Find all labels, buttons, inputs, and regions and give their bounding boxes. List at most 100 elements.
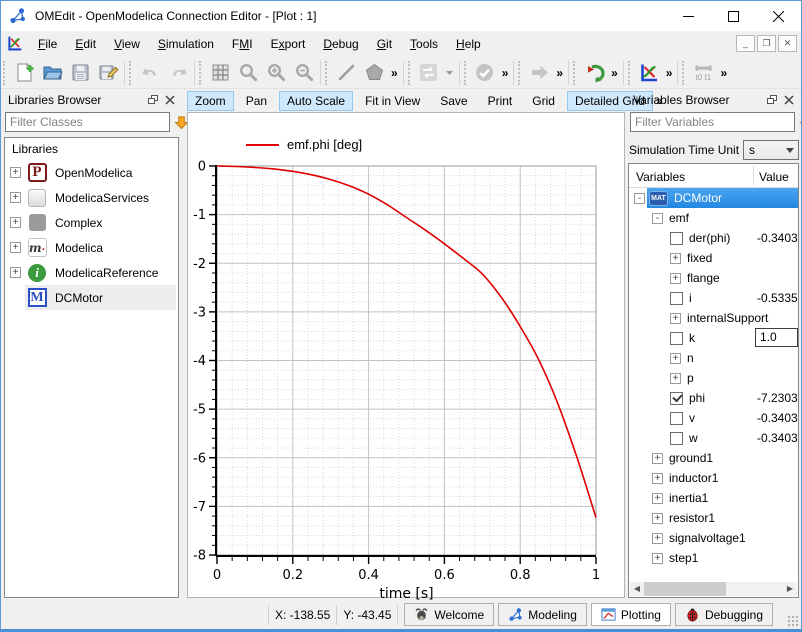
variable-row-dcmotor[interactable]: -MATDCMotor	[629, 188, 798, 208]
menu-export[interactable]: Export	[262, 33, 315, 55]
menu-simulation[interactable]: Simulation	[149, 33, 223, 55]
re-simulate-icon[interactable]	[580, 60, 608, 86]
variable-row-p[interactable]: +p	[629, 368, 798, 388]
variable-row-inductor1[interactable]: +inductor1	[629, 468, 798, 488]
close-panel-icon[interactable]	[780, 92, 797, 107]
zoom-out-icon[interactable]	[290, 60, 318, 86]
expand-icon[interactable]: +	[670, 253, 681, 264]
expand-icon[interactable]: +	[10, 192, 21, 203]
save-icon[interactable]	[66, 60, 94, 86]
library-item-openmodelica[interactable]: +POpenModelica	[5, 160, 178, 185]
menu-tools[interactable]: Tools	[401, 33, 447, 55]
close-button[interactable]	[756, 2, 801, 31]
filter-variables-input[interactable]	[630, 112, 795, 132]
variable-row-n[interactable]: +n	[629, 348, 798, 368]
expand-icon[interactable]: +	[652, 493, 663, 504]
plot-tool-zoom[interactable]: Zoom	[187, 91, 234, 111]
menu-help[interactable]: Help	[447, 33, 490, 55]
resize-grip[interactable]	[787, 615, 799, 627]
scroll-right-icon[interactable]: ▶	[783, 582, 797, 596]
toolbar-overflow-icon[interactable]: »	[553, 66, 566, 80]
scrollbar-thumb[interactable]	[644, 582, 726, 596]
variable-value-input[interactable]: 1.0	[755, 328, 798, 347]
menu-debug[interactable]: Debug	[314, 33, 367, 55]
variable-row-emf[interactable]: -emf	[629, 208, 798, 228]
horizontal-scrollbar[interactable]: ◀ ▶	[630, 582, 797, 596]
variable-row-internalsupport[interactable]: +internalSupport	[629, 308, 798, 328]
variable-row-inertia1[interactable]: +inertia1	[629, 488, 798, 508]
variables-tree-header[interactable]: ˆ Variables Value	[629, 164, 798, 188]
toolbar-overflow-icon[interactable]: »	[499, 66, 512, 80]
save-as-icon[interactable]	[94, 60, 122, 86]
variable-row-phi[interactable]: phi-7.23033	[629, 388, 798, 408]
plot-tool-fit-in-view[interactable]: Fit in View	[357, 91, 428, 111]
plot-variable-checkbox[interactable]	[670, 232, 683, 245]
plot-variable-checkbox[interactable]	[670, 292, 683, 305]
scroll-left-icon[interactable]: ◀	[630, 582, 644, 596]
plot-variable-checkbox[interactable]	[670, 412, 683, 425]
variable-row-i[interactable]: i-0.53350	[629, 288, 798, 308]
library-item-dcmotor[interactable]: MDCMotor	[5, 285, 178, 310]
expand-icon[interactable]: +	[10, 217, 21, 228]
variable-row-ground1[interactable]: +ground1	[629, 448, 798, 468]
toolbar-overflow-icon[interactable]: »	[388, 66, 401, 80]
variable-row-der-phi-[interactable]: der(phi)-0.3403	[629, 228, 798, 248]
library-item-modelicaservices[interactable]: +ModelicaServices	[5, 185, 178, 210]
plot-tool-auto-scale[interactable]: Auto Scale	[279, 91, 353, 111]
expand-icon[interactable]: +	[670, 313, 681, 324]
menu-view[interactable]: View	[105, 33, 149, 55]
variable-row-flange[interactable]: +flange	[629, 268, 798, 288]
menu-git[interactable]: Git	[368, 33, 401, 55]
toolbar-overflow-icon[interactable]: »	[717, 66, 730, 80]
perspective-welcome-button[interactable]: Welcome	[404, 603, 494, 626]
expand-icon[interactable]: +	[652, 553, 663, 564]
expand-icon[interactable]: +	[670, 353, 681, 364]
mdi-restore-icon[interactable]: ❐	[757, 35, 776, 52]
expand-icon[interactable]: +	[652, 533, 663, 544]
plot-variable-checkbox[interactable]	[670, 392, 683, 405]
minimize-button[interactable]	[666, 2, 711, 31]
expand-icon[interactable]: +	[670, 273, 681, 284]
new-plot-window-icon[interactable]	[635, 60, 663, 86]
variable-row-resistor1[interactable]: +resistor1	[629, 508, 798, 528]
libraries-tree[interactable]: Libraries +POpenModelica+ModelicaService…	[4, 137, 179, 598]
perspective-modeling-button[interactable]: Modeling	[498, 603, 587, 626]
expand-icon[interactable]: +	[670, 373, 681, 384]
mdi-close-icon[interactable]: ✕	[778, 35, 797, 52]
expand-icon[interactable]: +	[10, 242, 21, 253]
zoom-in-icon[interactable]	[262, 60, 290, 86]
maximize-button[interactable]	[711, 2, 756, 31]
variable-row-fixed[interactable]: +fixed	[629, 248, 798, 268]
plot-tool-pan[interactable]: Pan	[238, 91, 275, 111]
zoom-icon[interactable]	[234, 60, 262, 86]
expand-icon[interactable]: +	[652, 513, 663, 524]
show-grid-icon[interactable]	[206, 60, 234, 86]
perspective-debugging-button[interactable]: Debugging	[675, 603, 773, 626]
plot-variable-checkbox[interactable]	[670, 432, 683, 445]
expand-icon[interactable]: +	[10, 267, 21, 278]
plot-variable-checkbox[interactable]	[670, 332, 683, 345]
expand-icon[interactable]: +	[10, 167, 21, 178]
variable-row-w[interactable]: w-0.3403	[629, 428, 798, 448]
library-item-modelica[interactable]: +m.Modelica	[5, 235, 178, 260]
polygon-shape-icon[interactable]	[360, 60, 388, 86]
plot-tool-print[interactable]: Print	[480, 91, 521, 111]
expand-icon[interactable]: +	[652, 453, 663, 464]
caret-down-icon[interactable]	[443, 60, 457, 86]
plot-tool-save[interactable]: Save	[432, 91, 475, 111]
plot-canvas[interactable]: emf.phi [deg] 0-1-2-3-4-5-6-7-800.20.40.…	[187, 112, 625, 598]
menu-file[interactable]: File	[29, 33, 66, 55]
plot-tool-grid[interactable]: Grid	[524, 91, 563, 111]
mdi-minimize-icon[interactable]: _	[736, 35, 755, 52]
variables-tree[interactable]: ˆ Variables Value -MATDCMotor-emfder(phi…	[628, 163, 799, 598]
library-item-modelicareference[interactable]: +iModelicaReference	[5, 260, 178, 285]
float-panel-icon[interactable]	[763, 92, 780, 107]
close-panel-icon[interactable]	[161, 92, 178, 107]
expand-icon[interactable]: +	[652, 473, 663, 484]
new-model-icon[interactable]	[10, 60, 38, 86]
toolbar-overflow-icon[interactable]: »	[608, 66, 621, 80]
menu-edit[interactable]: Edit	[66, 33, 105, 55]
open-model-icon[interactable]	[38, 60, 66, 86]
time-unit-dropdown[interactable]: s	[743, 140, 799, 160]
expand-icon[interactable]: -	[652, 213, 663, 224]
